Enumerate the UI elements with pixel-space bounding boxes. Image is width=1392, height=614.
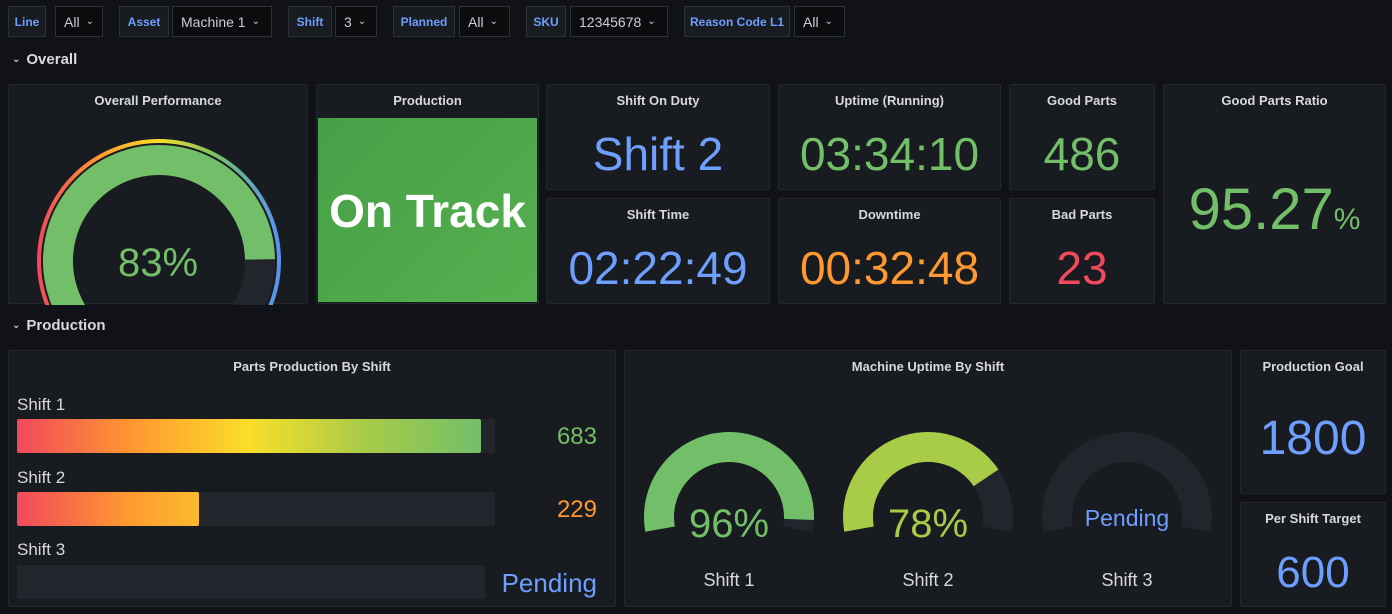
panel-title: Bad Parts — [1051, 207, 1113, 222]
gauge-value-shift-2: 78% — [887, 502, 969, 546]
panel-title: Per Shift Target — [1265, 511, 1361, 526]
panel-good-parts: Good Parts 486 — [1009, 84, 1155, 190]
panel-title: Shift Time — [626, 207, 690, 222]
shift-on-duty-value: Shift 2 — [592, 128, 724, 180]
per-shift-target-value: 600 — [1276, 548, 1350, 597]
bar-label-shift-3: Shift 3 — [17, 540, 66, 559]
var-label-reason-code: Reason Code L1 — [684, 6, 790, 37]
good-parts-value: 486 — [1043, 128, 1121, 180]
bar-track-shift-1 — [17, 419, 495, 453]
row-title-overall: Overall — [26, 51, 78, 68]
gauge-label-shift-1: Shift 1 — [703, 570, 755, 590]
var-label-sku: SKU — [526, 6, 566, 37]
gauge-value-shift-1: 96% — [688, 502, 770, 546]
row-title-production: Production — [26, 317, 106, 334]
production-goal-value: 1800 — [1259, 412, 1367, 465]
shift-time-value: 02:22:49 — [568, 242, 748, 294]
panel-downtime: Downtime 00:32:48 — [778, 198, 1001, 304]
var-value-sku: 12345678 — [579, 13, 642, 30]
bar-value-shift-2: 229 — [556, 496, 597, 523]
var-value-planned: All — [468, 13, 484, 30]
row-header-production[interactable]: ⌄ Production — [12, 317, 106, 334]
var-select-line[interactable]: All ⌄ — [55, 6, 103, 37]
chevron-down-icon: ⌄ — [357, 16, 367, 27]
panel-title: Uptime (Running) — [834, 93, 945, 108]
bad-parts-value: 23 — [1056, 242, 1108, 294]
panel-title: Production Goal — [1262, 359, 1364, 374]
bar-track-shift-3 — [17, 565, 485, 599]
production-status-value: On Track — [329, 185, 526, 237]
chevron-down-icon: ⌄ — [251, 16, 260, 27]
var-select-asset[interactable]: Machine 1 ⌄ — [172, 6, 272, 37]
gauge-value-shift-3: Pending — [1084, 505, 1170, 531]
chevron-down-icon: ⌄ — [489, 16, 498, 27]
var-select-planned[interactable]: All ⌄ — [459, 6, 510, 37]
var-label-line: Line — [8, 6, 46, 37]
var-value-reason-code: All — [803, 13, 819, 30]
panel-production-goal: Production Goal 1800 — [1240, 350, 1386, 494]
bar-label-shift-1: Shift 1 — [17, 395, 66, 414]
var-value-shift: 3 — [344, 13, 352, 30]
good-parts-ratio-stat: 95.27% — [1164, 181, 1385, 239]
var-value-line: All — [64, 13, 80, 30]
chevron-down-icon: ⌄ — [85, 16, 94, 27]
chevron-down-icon: ⌄ — [647, 16, 656, 27]
var-select-reason-code[interactable]: All ⌄ — [794, 6, 845, 37]
good-parts-ratio-value: 95.27 — [1188, 177, 1334, 242]
var-value-asset: Machine 1 — [181, 13, 246, 30]
panel-title: Good Parts — [1046, 93, 1118, 108]
bar-label-shift-2: Shift 2 — [17, 468, 66, 487]
panel-title: Good Parts Ratio — [1221, 93, 1328, 108]
bar-fill-shift-1 — [17, 419, 481, 453]
row-header-overall[interactable]: ⌄ Overall — [12, 51, 77, 68]
gauge-label-shift-3: Shift 3 — [1101, 570, 1153, 590]
var-select-sku[interactable]: 12345678 ⌄ — [570, 6, 668, 37]
var-label-planned: Planned — [393, 6, 455, 37]
panel-title: Production — [393, 93, 462, 108]
chevron-down-icon: ⌄ — [12, 54, 21, 65]
panel-title: Parts Production By Shift — [233, 359, 391, 374]
bar-value-shift-1: 683 — [556, 423, 597, 450]
bar-track-shift-2 — [17, 492, 495, 526]
panel-good-parts-ratio: Good Parts Ratio 95.27% — [1163, 84, 1386, 304]
panel-per-shift-target: Per Shift Target 600 — [1240, 502, 1386, 607]
panel-overall-performance: Overall Performance 83% — [8, 84, 308, 305]
panel-parts-by-shift: Parts Production By Shift Shift 1 683 Sh… — [8, 350, 616, 607]
uptime-value: 03:34:10 — [799, 128, 980, 180]
var-select-shift[interactable]: 3 ⌄ — [335, 6, 377, 37]
var-label-asset: Asset — [119, 6, 169, 37]
panel-shift-on-duty: Shift On Duty Shift 2 — [546, 84, 770, 190]
bar-value-shift-3: Pending — [501, 568, 597, 598]
panel-shift-time: Shift Time 02:22:49 — [546, 198, 770, 304]
bar-fill-shift-2 — [17, 492, 199, 526]
chevron-down-icon: ⌄ — [824, 16, 833, 27]
panel-title: Shift On Duty — [616, 93, 700, 108]
panel-bad-parts: Bad Parts 23 — [1009, 198, 1155, 304]
overall-performance-value: 83% — [117, 241, 199, 285]
panel-title: Downtime — [858, 207, 921, 222]
panel-production-status: Production On Track — [316, 84, 539, 304]
panel-uptime: Uptime (Running) 03:34:10 — [778, 84, 1001, 190]
var-label-shift: Shift — [288, 6, 332, 37]
gauge-label-shift-2: Shift 2 — [902, 570, 954, 590]
chevron-down-icon: ⌄ — [12, 320, 21, 331]
panel-uptime-by-shift: Machine Uptime By Shift 96% 78% Pending … — [624, 350, 1232, 607]
downtime-value: 00:32:48 — [799, 242, 980, 294]
good-parts-ratio-unit: % — [1333, 203, 1361, 236]
